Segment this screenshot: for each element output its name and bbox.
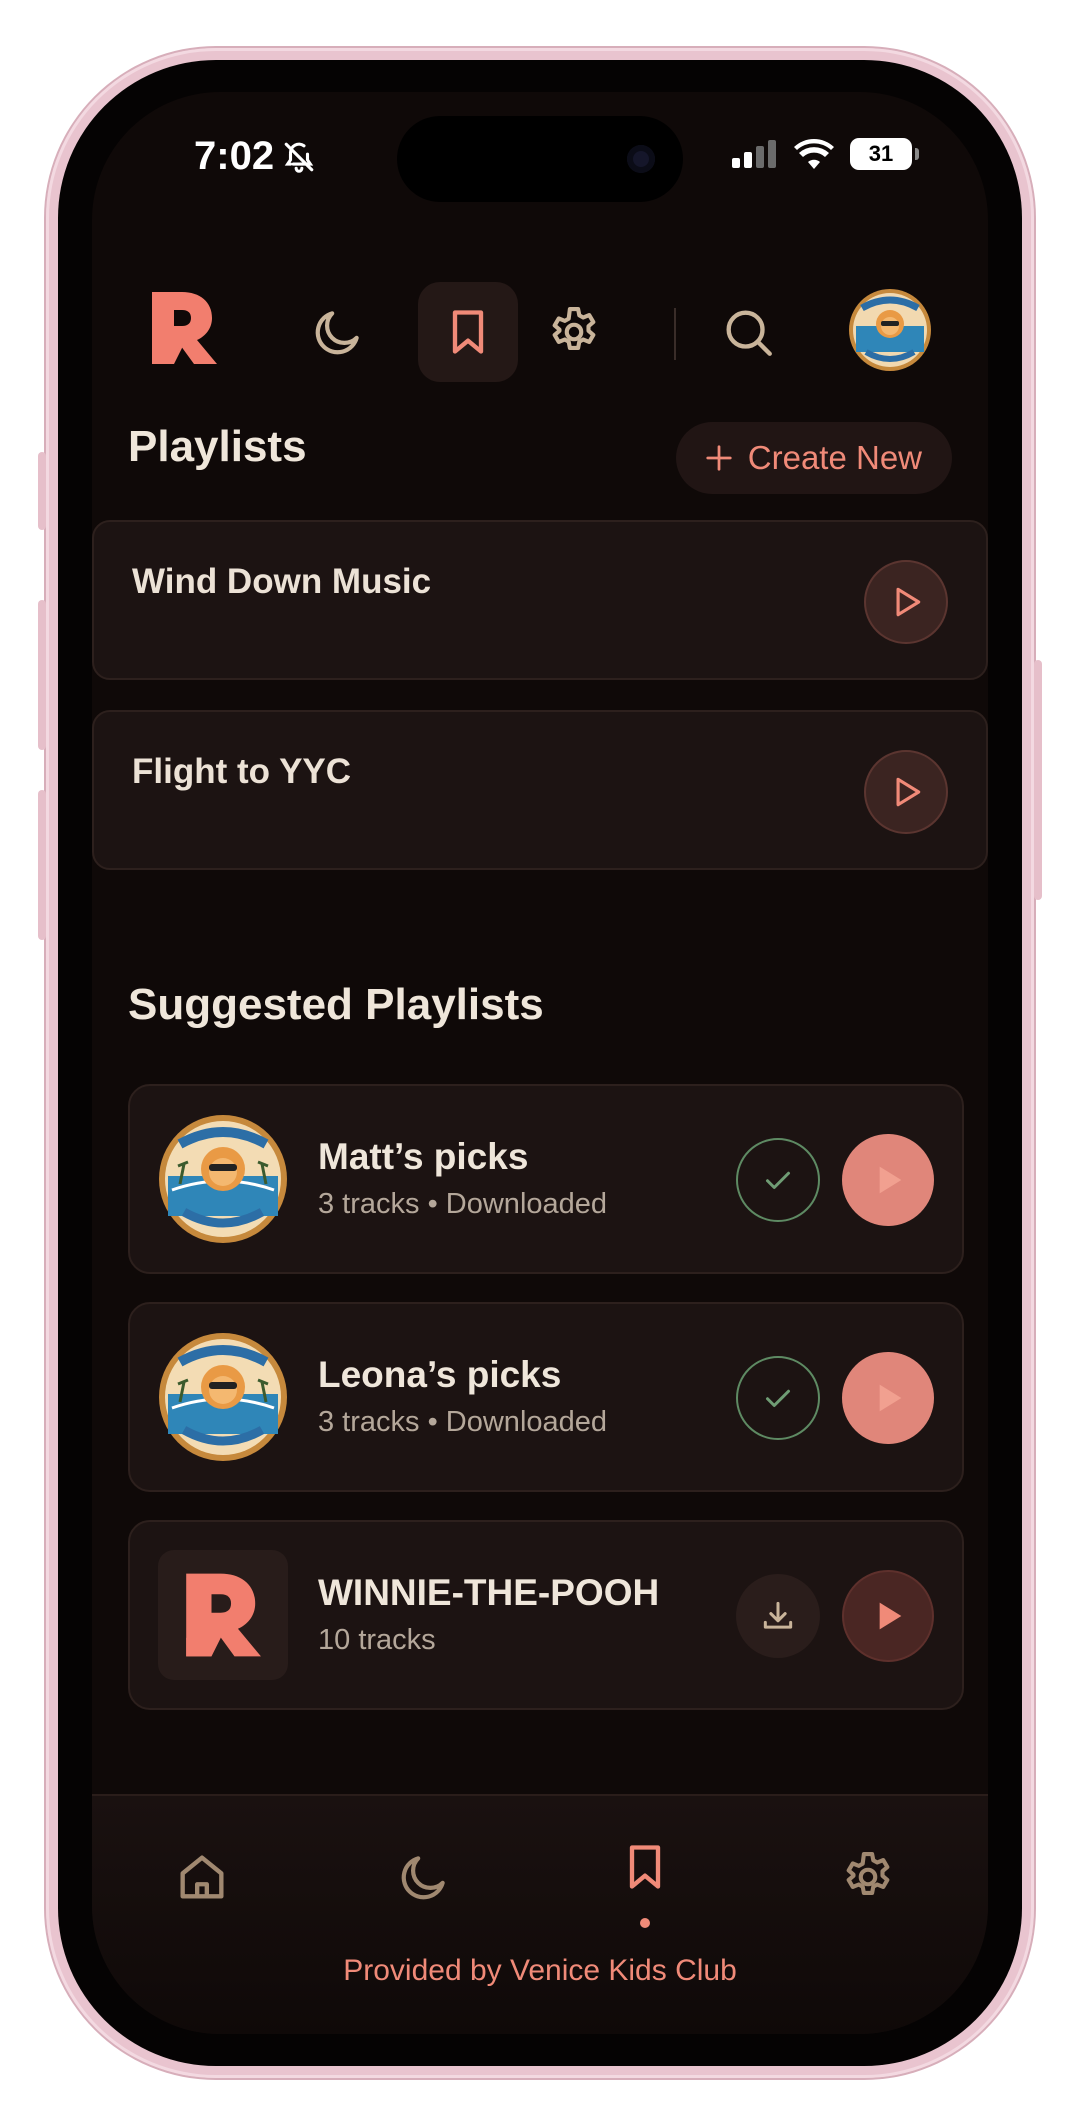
sleep-mode-button[interactable]	[288, 282, 388, 382]
downloaded-status-button[interactable]	[736, 1356, 820, 1440]
suggested-playlist-card[interactable]: Leona’s picks 3 tracks • Downloaded	[128, 1302, 964, 1492]
suggested-playlist-subtitle: 3 tracks • Downloaded	[318, 1406, 608, 1438]
phone-power-button	[1034, 660, 1042, 900]
play-button[interactable]	[842, 1570, 934, 1662]
check-icon	[766, 1171, 790, 1189]
status-bar-right: 31	[732, 138, 919, 170]
play-button[interactable]	[864, 750, 948, 834]
battery-indicator: 31	[850, 138, 919, 170]
play-icon	[879, 1166, 902, 1194]
play-icon	[896, 777, 921, 807]
playlists-nav-button[interactable]	[418, 282, 518, 382]
app-screen: 7:02 31 Playlists Create New Wind Down M…	[92, 92, 988, 2034]
suggested-playlist-subtitle: 3 tracks • Downloaded	[318, 1188, 608, 1220]
phone-action-button	[38, 452, 46, 530]
phone-volume-down	[38, 790, 46, 940]
bottom-tab-bar: Provided by Venice Kids Club	[92, 1794, 988, 2034]
wifi-icon	[794, 139, 834, 169]
profile-avatar[interactable]	[848, 288, 932, 372]
check-icon	[766, 1389, 790, 1407]
search-icon	[726, 310, 772, 356]
dynamic-island	[397, 116, 683, 202]
bell-slash-icon	[284, 142, 314, 173]
plus-icon	[706, 445, 732, 471]
bookmark-icon	[629, 1845, 661, 1889]
app-logo[interactable]	[148, 288, 220, 368]
playlist-card[interactable]: Flight to YYC	[92, 710, 988, 870]
phone-volume-up	[38, 600, 46, 750]
downloaded-status-button[interactable]	[736, 1138, 820, 1222]
battery-level: 31	[868, 141, 894, 166]
play-button[interactable]	[864, 560, 948, 644]
suggested-playlists-heading: Suggested Playlists	[128, 980, 544, 1029]
search-button[interactable]	[698, 282, 798, 382]
top-navigation	[92, 260, 988, 400]
playlist-name: Wind Down Music	[132, 562, 432, 601]
suggested-playlist-title: WINNIE-THE-POOH	[318, 1572, 660, 1613]
home-icon	[180, 1855, 224, 1899]
create-new-button[interactable]: Create New	[675, 422, 952, 494]
playlist-name: Flight to YYC	[132, 752, 352, 791]
status-time: 7:02	[194, 134, 275, 178]
venice-kids-club-badge	[159, 1115, 287, 1243]
r-logo-icon	[186, 1573, 261, 1657]
playlist-thumbnail	[158, 1550, 288, 1680]
suggested-playlist-card[interactable]: WINNIE-THE-POOH 10 tracks	[128, 1520, 964, 1710]
venice-kids-club-badge	[159, 1333, 287, 1461]
provider-credit: Provided by Venice Kids Club	[343, 1954, 737, 1987]
play-button[interactable]	[842, 1352, 934, 1444]
settings-button[interactable]	[524, 282, 624, 382]
playlists-heading: Playlists	[128, 422, 307, 471]
suggested-playlist-title: Matt’s picks	[318, 1136, 529, 1177]
play-icon	[879, 1602, 902, 1630]
cellular-signal-icon	[732, 140, 776, 168]
tab-sleep[interactable]	[374, 1832, 474, 1922]
gear-icon	[846, 1851, 890, 1896]
play-button[interactable]	[842, 1134, 934, 1226]
suggested-playlist-card[interactable]: Matt’s picks 3 tracks • Downloaded	[128, 1084, 964, 1274]
download-icon	[763, 1601, 793, 1629]
moon-icon	[315, 311, 359, 355]
playlist-card[interactable]: Wind Down Music	[92, 520, 988, 680]
gear-icon	[552, 306, 596, 351]
moon-icon	[401, 1856, 445, 1900]
active-tab-indicator	[640, 1918, 650, 1928]
create-new-label: Create New	[747, 439, 922, 476]
download-button[interactable]	[736, 1574, 820, 1658]
play-icon	[896, 587, 921, 617]
suggested-playlist-subtitle: 10 tracks	[318, 1624, 436, 1656]
nav-divider	[674, 308, 676, 360]
play-icon	[879, 1384, 902, 1412]
status-bar-left: 7:02	[194, 134, 316, 179]
suggested-playlist-title: Leona’s picks	[318, 1354, 562, 1395]
bookmark-icon	[452, 310, 484, 354]
tab-playlists[interactable]	[595, 1822, 695, 1912]
tab-settings[interactable]	[818, 1832, 918, 1922]
tab-home[interactable]	[152, 1832, 252, 1922]
